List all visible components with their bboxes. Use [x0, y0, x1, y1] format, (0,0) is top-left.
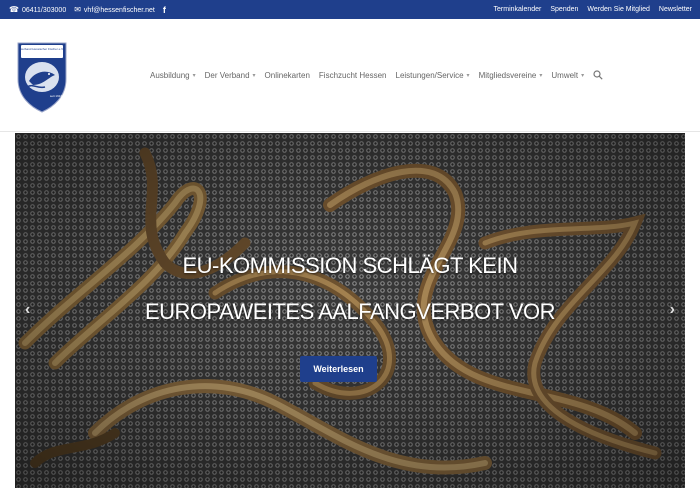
read-more-button[interactable]: Weiterlesen — [300, 356, 377, 382]
top-bar: ☎ 06411/303000 ✉ vhf@hessenfischer.net f T… — [0, 0, 700, 19]
chevron-down-icon: ▾ — [581, 72, 585, 79]
nav-item-umwelt[interactable]: Umwelt ▾ — [551, 71, 584, 80]
chevron-down-icon: ▾ — [252, 72, 256, 79]
nav-item-ausbildung[interactable]: Ausbildung ▾ — [150, 71, 196, 80]
phone-number: 06411/303000 — [21, 7, 67, 14]
nav-label: Ausbildung — [150, 70, 190, 80]
nav-label: Fischzucht Hessen — [318, 70, 387, 80]
chevron-down-icon: ▾ — [539, 72, 543, 79]
hero-slider: EU-KOMMISSION SCHLÄGT KEIN EUROPAWEITES … — [15, 133, 685, 488]
nav-label: Leistungen/Service — [395, 70, 464, 80]
chevron-down-icon: ▾ — [192, 72, 196, 79]
nav-item-mitgliedsvereine[interactable]: Mitgliedsvereine ▾ — [479, 71, 543, 80]
slider-next-arrow-icon[interactable]: › — [670, 301, 675, 319]
search-icon[interactable] — [593, 70, 603, 80]
link-newsletter[interactable]: Newsletter — [659, 6, 692, 13]
email-link[interactable]: ✉ vhf@hessenfischer.net — [74, 5, 155, 14]
site-logo[interactable]: Verband Hessischer Fischer e.V. seit 191… — [15, 41, 69, 113]
link-terminkalender[interactable]: Terminkalender — [494, 6, 542, 13]
nav-item-onlinekarten[interactable]: Onlinekarten — [265, 71, 310, 80]
site-header: Verband Hessischer Fischer e.V. seit 191… — [0, 19, 700, 132]
phone-icon: ☎ — [9, 5, 19, 14]
nav-item-leistungen-service[interactable]: Leistungen/Service ▾ — [396, 71, 470, 80]
nav-label: Umwelt — [551, 70, 579, 80]
phone-link[interactable]: ☎ 06411/303000 — [9, 5, 66, 14]
nav-item-der-verband[interactable]: Der Verband ▾ — [205, 71, 256, 80]
email-address: vhf@hessenfischer.net — [83, 7, 155, 14]
nav-label: Der Verband — [204, 70, 250, 80]
facebook-icon[interactable]: f — [163, 5, 166, 15]
nav-label: Mitgliedsvereine — [478, 70, 537, 80]
logo-text-top: Verband Hessischer Fischer e.V. — [20, 47, 64, 51]
nav-label: Onlinekarten — [264, 70, 310, 80]
hero-headline-line2: EUROPAWEITES AALFANGVERBOT VOR — [144, 299, 556, 324]
link-spenden[interactable]: Spenden — [550, 6, 578, 13]
chevron-down-icon: ▾ — [466, 72, 470, 79]
email-icon: ✉ — [74, 5, 81, 14]
slider-prev-arrow-icon[interactable]: ‹ — [25, 301, 30, 319]
hero-headline-line1: EU-KOMMISSION SCHLÄGT KEIN — [182, 253, 518, 278]
main-navigation: Ausbildung ▾ Der Verband ▾ Onlinekarten Fi… — [150, 70, 603, 80]
link-mitglied[interactable]: Werden Sie Mitglied — [587, 6, 650, 13]
logo-text-bottom: seit 1913 — [50, 94, 63, 98]
nav-item-fischzucht-hessen[interactable]: Fischzucht Hessen — [319, 71, 387, 80]
